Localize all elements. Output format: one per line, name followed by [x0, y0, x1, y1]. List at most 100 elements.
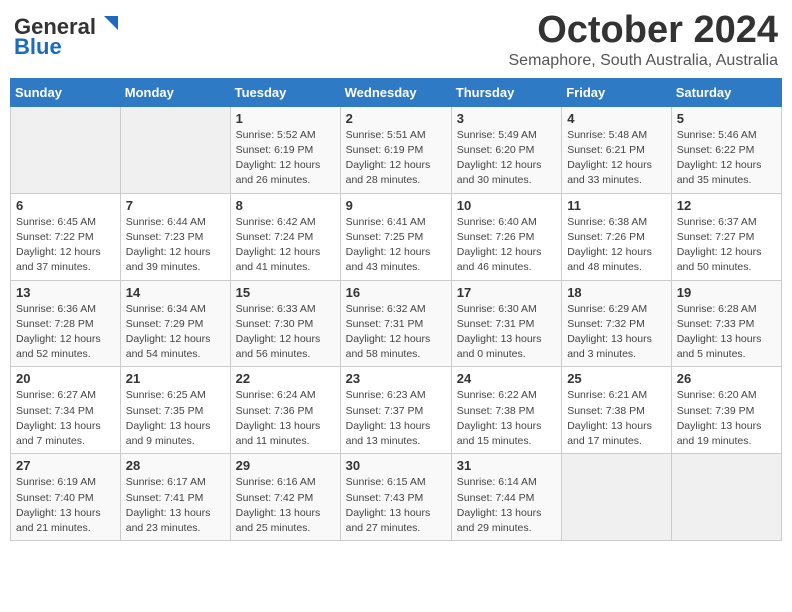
- day-of-week-header: Wednesday: [340, 78, 451, 106]
- day-detail: Sunrise: 6:15 AM Sunset: 7:43 PM Dayligh…: [346, 475, 446, 536]
- day-number: 18: [567, 285, 666, 300]
- day-number: 30: [346, 458, 446, 473]
- calendar-cell: 6Sunrise: 6:45 AM Sunset: 7:22 PM Daylig…: [11, 193, 121, 280]
- day-number: 27: [16, 458, 115, 473]
- day-of-week-header: Tuesday: [230, 78, 340, 106]
- calendar-cell: 21 Sunrise: 6:25 AM Sunset: 7:35 PM Dayli…: [120, 367, 230, 454]
- calendar-cell: 3 Sunrise: 5:49 AM Sunset: 6:20 PM Daylig…: [451, 106, 561, 193]
- calendar-cell: 18 Sunrise: 6:29 AM Sunset: 7:32 PM Dayli…: [562, 280, 672, 367]
- day-number: 10: [457, 198, 556, 213]
- calendar-cell: 5Sunrise: 5:46 AM Sunset: 6:22 PM Daylig…: [671, 106, 781, 193]
- calendar-cell: 13 Sunrise: 6:36 AM Sunset: 7:28 PM Dayli…: [11, 280, 121, 367]
- calendar-cell: 12Sunrise: 6:37 AM Sunset: 7:27 PM Dayli…: [671, 193, 781, 280]
- calendar-cell: 1 Sunrise: 5:52 AM Sunset: 6:19 PM Daylig…: [230, 106, 340, 193]
- day-number: 25: [567, 371, 666, 386]
- day-number: 21: [126, 371, 225, 386]
- day-number: 29: [236, 458, 335, 473]
- calendar-table: SundayMondayTuesdayWednesdayThursdayFrid…: [10, 78, 782, 541]
- calendar-week-row: 6Sunrise: 6:45 AM Sunset: 7:22 PM Daylig…: [11, 193, 782, 280]
- day-detail: Sunrise: 6:32 AM Sunset: 7:31 PM Dayligh…: [346, 302, 446, 363]
- day-number: 31: [457, 458, 556, 473]
- day-detail: Sunrise: 6:17 AM Sunset: 7:41 PM Dayligh…: [126, 475, 225, 536]
- day-of-week-header: Thursday: [451, 78, 561, 106]
- day-number: 13: [16, 285, 115, 300]
- logo: General Blue: [14, 14, 120, 60]
- day-detail: Sunrise: 5:48 AM Sunset: 6:21 PM Dayligh…: [567, 128, 666, 189]
- day-detail: Sunrise: 6:22 AM Sunset: 7:38 PM Dayligh…: [457, 388, 556, 449]
- day-number: 22: [236, 371, 335, 386]
- day-detail: Sunrise: 6:36 AM Sunset: 7:28 PM Dayligh…: [16, 302, 115, 363]
- day-detail: Sunrise: 6:33 AM Sunset: 7:30 PM Dayligh…: [236, 302, 335, 363]
- day-number: 14: [126, 285, 225, 300]
- day-detail: Sunrise: 6:41 AM Sunset: 7:25 PM Dayligh…: [346, 215, 446, 276]
- day-detail: Sunrise: 6:20 AM Sunset: 7:39 PM Dayligh…: [677, 388, 776, 449]
- day-number: 20: [16, 371, 115, 386]
- calendar-cell: 27 Sunrise: 6:19 AM Sunset: 7:40 PM Dayli…: [11, 454, 121, 541]
- day-detail: Sunrise: 6:25 AM Sunset: 7:35 PM Dayligh…: [126, 388, 225, 449]
- day-number: 2: [346, 111, 446, 126]
- day-number: 15: [236, 285, 335, 300]
- title-block: October 2024 Semaphore, South Australia,…: [509, 10, 779, 70]
- calendar-cell: 26 Sunrise: 6:20 AM Sunset: 7:39 PM Dayli…: [671, 367, 781, 454]
- day-detail: Sunrise: 6:37 AM Sunset: 7:27 PM Dayligh…: [677, 215, 776, 276]
- day-number: 5: [677, 111, 776, 126]
- day-number: 7: [126, 198, 225, 213]
- day-detail: Sunrise: 5:51 AM Sunset: 6:19 PM Dayligh…: [346, 128, 446, 189]
- calendar-cell: 2 Sunrise: 5:51 AM Sunset: 6:19 PM Daylig…: [340, 106, 451, 193]
- day-number: 19: [677, 285, 776, 300]
- calendar-cell: [671, 454, 781, 541]
- page-subtitle: Semaphore, South Australia, Australia: [509, 52, 779, 70]
- calendar-cell: [562, 454, 672, 541]
- page-title: October 2024: [509, 10, 779, 52]
- day-number: 3: [457, 111, 556, 126]
- calendar-cell: 7 Sunrise: 6:44 AM Sunset: 7:23 PM Daylig…: [120, 193, 230, 280]
- calendar-cell: 30 Sunrise: 6:15 AM Sunset: 7:43 PM Dayli…: [340, 454, 451, 541]
- day-number: 11: [567, 198, 666, 213]
- calendar-cell: 15 Sunrise: 6:33 AM Sunset: 7:30 PM Dayli…: [230, 280, 340, 367]
- day-detail: Sunrise: 6:24 AM Sunset: 7:36 PM Dayligh…: [236, 388, 335, 449]
- day-detail: Sunrise: 6:45 AM Sunset: 7:22 PM Dayligh…: [16, 215, 115, 276]
- calendar-cell: 14Sunrise: 6:34 AM Sunset: 7:29 PM Dayli…: [120, 280, 230, 367]
- calendar-week-row: 27 Sunrise: 6:19 AM Sunset: 7:40 PM Dayli…: [11, 454, 782, 541]
- day-of-week-header: Friday: [562, 78, 672, 106]
- day-number: 17: [457, 285, 556, 300]
- calendar-cell: 20 Sunrise: 6:27 AM Sunset: 7:34 PM Dayli…: [11, 367, 121, 454]
- logo-blue-text: Blue: [14, 34, 62, 60]
- day-of-week-header: Monday: [120, 78, 230, 106]
- day-number: 1: [236, 111, 335, 126]
- calendar-cell: 22 Sunrise: 6:24 AM Sunset: 7:36 PM Dayli…: [230, 367, 340, 454]
- calendar-cell: 4 Sunrise: 5:48 AM Sunset: 6:21 PM Daylig…: [562, 106, 672, 193]
- calendar-week-row: 1 Sunrise: 5:52 AM Sunset: 6:19 PM Daylig…: [11, 106, 782, 193]
- calendar-cell: 17 Sunrise: 6:30 AM Sunset: 7:31 PM Dayli…: [451, 280, 561, 367]
- day-detail: Sunrise: 6:23 AM Sunset: 7:37 PM Dayligh…: [346, 388, 446, 449]
- day-detail: Sunrise: 6:44 AM Sunset: 7:23 PM Dayligh…: [126, 215, 225, 276]
- day-detail: Sunrise: 6:16 AM Sunset: 7:42 PM Dayligh…: [236, 475, 335, 536]
- calendar-cell: 11Sunrise: 6:38 AM Sunset: 7:26 PM Dayli…: [562, 193, 672, 280]
- calendar-cell: 9 Sunrise: 6:41 AM Sunset: 7:25 PM Daylig…: [340, 193, 451, 280]
- logo-icon: [98, 14, 120, 36]
- day-detail: Sunrise: 5:52 AM Sunset: 6:19 PM Dayligh…: [236, 128, 335, 189]
- day-number: 16: [346, 285, 446, 300]
- day-detail: Sunrise: 5:49 AM Sunset: 6:20 PM Dayligh…: [457, 128, 556, 189]
- day-detail: Sunrise: 6:14 AM Sunset: 7:44 PM Dayligh…: [457, 475, 556, 536]
- day-detail: Sunrise: 6:19 AM Sunset: 7:40 PM Dayligh…: [16, 475, 115, 536]
- day-detail: Sunrise: 6:30 AM Sunset: 7:31 PM Dayligh…: [457, 302, 556, 363]
- day-number: 9: [346, 198, 446, 213]
- calendar-header-row: SundayMondayTuesdayWednesdayThursdayFrid…: [11, 78, 782, 106]
- calendar-cell: 31 Sunrise: 6:14 AM Sunset: 7:44 PM Dayli…: [451, 454, 561, 541]
- day-detail: Sunrise: 6:29 AM Sunset: 7:32 PM Dayligh…: [567, 302, 666, 363]
- day-detail: Sunrise: 6:42 AM Sunset: 7:24 PM Dayligh…: [236, 215, 335, 276]
- calendar-week-row: 20 Sunrise: 6:27 AM Sunset: 7:34 PM Dayli…: [11, 367, 782, 454]
- day-detail: Sunrise: 6:27 AM Sunset: 7:34 PM Dayligh…: [16, 388, 115, 449]
- day-detail: Sunrise: 6:21 AM Sunset: 7:38 PM Dayligh…: [567, 388, 666, 449]
- calendar-cell: 25 Sunrise: 6:21 AM Sunset: 7:38 PM Dayli…: [562, 367, 672, 454]
- page-header: General Blue October 2024 Semaphore, Sou…: [10, 10, 782, 70]
- day-number: 4: [567, 111, 666, 126]
- day-number: 26: [677, 371, 776, 386]
- calendar-cell: 19 Sunrise: 6:28 AM Sunset: 7:33 PM Dayli…: [671, 280, 781, 367]
- calendar-cell: 10 Sunrise: 6:40 AM Sunset: 7:26 PM Dayli…: [451, 193, 561, 280]
- calendar-cell: [120, 106, 230, 193]
- day-of-week-header: Sunday: [11, 78, 121, 106]
- day-detail: Sunrise: 6:40 AM Sunset: 7:26 PM Dayligh…: [457, 215, 556, 276]
- day-detail: Sunrise: 6:28 AM Sunset: 7:33 PM Dayligh…: [677, 302, 776, 363]
